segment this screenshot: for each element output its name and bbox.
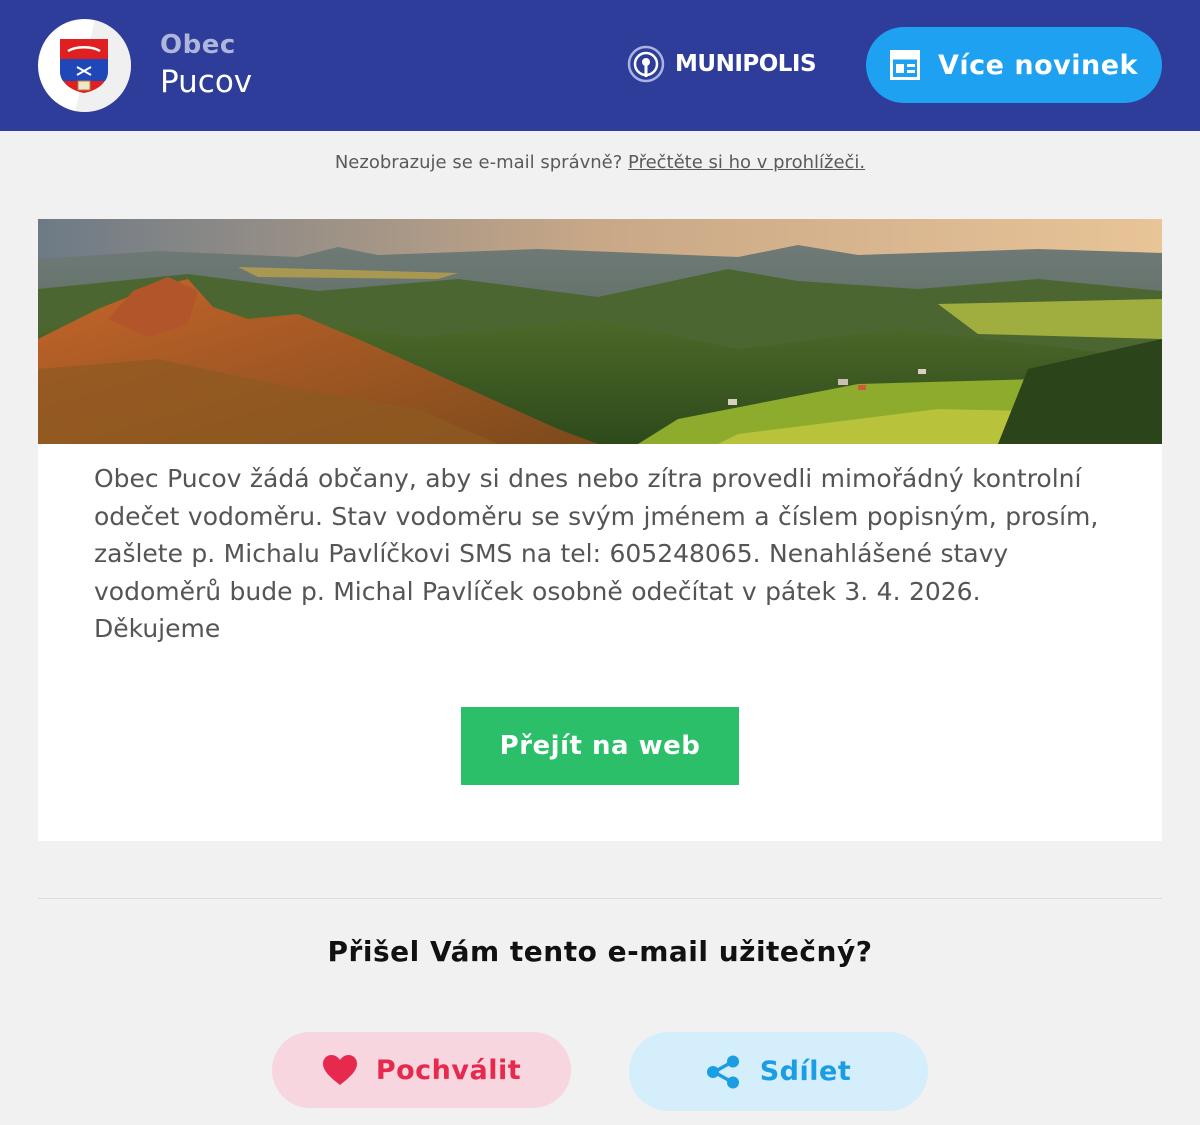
praise-label: Pochválit bbox=[375, 1054, 522, 1086]
share-icon bbox=[706, 1055, 739, 1088]
open-in-browser-link[interactable]: Přečtěte si ho v prohlížeči. bbox=[628, 152, 865, 173]
share-button[interactable]: Sdílet bbox=[629, 1032, 928, 1111]
share-label: Sdílet bbox=[759, 1056, 852, 1087]
feedback-question: Přišel Vám tento e-mail užitečný? bbox=[327, 935, 873, 968]
hero-landscape-image bbox=[38, 219, 1162, 444]
more-news-label: Více novinek bbox=[938, 49, 1138, 81]
brand-name: MUNIPOLIS bbox=[675, 51, 817, 77]
more-news-button[interactable]: Více novinek bbox=[866, 27, 1162, 103]
article-body: Obec Pucov žádá občany, aby si dnes nebo… bbox=[94, 464, 1099, 643]
munipolis-brand[interactable]: MUNIPOLIS bbox=[627, 45, 817, 83]
article-card: Obec Pucov žádá občany, aby si dnes nebo… bbox=[38, 219, 1162, 841]
broadcast-icon bbox=[627, 45, 665, 83]
newspaper-icon bbox=[890, 50, 920, 80]
browser-notice: Nezobrazuje se e-mail správně? Přečtěte … bbox=[0, 152, 1200, 173]
town-name: Pucov bbox=[160, 64, 253, 100]
go-to-web-button[interactable]: Přejít na web bbox=[461, 707, 739, 785]
town-logo[interactable] bbox=[38, 19, 131, 112]
heart-icon bbox=[322, 1055, 357, 1085]
section-divider bbox=[38, 898, 1162, 899]
coat-of-arms-icon bbox=[60, 39, 108, 93]
praise-button[interactable]: Pochválit bbox=[272, 1032, 571, 1108]
notice-text: Nezobrazuje se e-mail správně? bbox=[334, 152, 623, 173]
town-kind-label: Obec bbox=[160, 30, 236, 60]
email-header: Obec Pucov MUNIPOLIS Více novinek bbox=[0, 0, 1200, 131]
